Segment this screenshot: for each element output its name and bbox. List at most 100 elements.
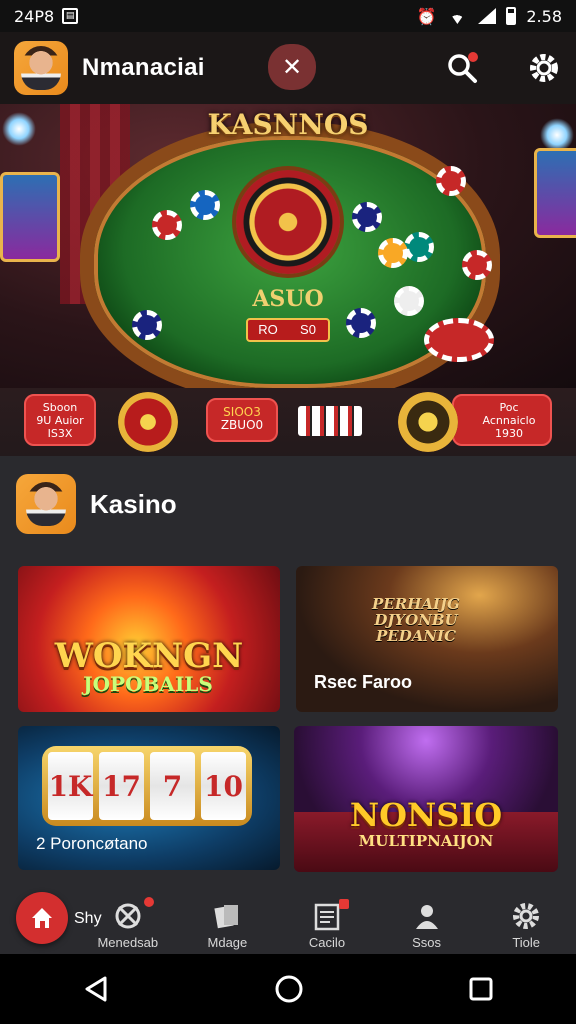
nav-item-cacilo[interactable]: Cacilo [277,899,377,950]
home-button[interactable] [16,892,68,944]
search-button[interactable] [444,50,480,86]
promo-tag-1[interactable]: Sboon 9U Auior IS3X [24,394,96,446]
game-tile-1-subtitle: JOPOBAILS [83,672,213,696]
chip-decoration [378,238,408,268]
nav-item-mdage[interactable]: Mdage [178,901,278,950]
table-text: ASUO [252,286,324,312]
status-time: 2.58 [526,6,562,26]
slot-reel: 1K [48,752,93,820]
profile-avatar[interactable] [14,41,68,95]
chip-decoration [152,210,182,240]
section-header: Kasino [16,474,177,534]
game-tile-4-title: NONSIO [349,796,503,834]
status-bar: 24P8 ▤ ⏰ 2.58 [0,0,576,32]
game-tile-2-headline-line: PERHAIJG [372,595,460,613]
table-pill-left: RO [258,322,278,337]
nav-item-ssos[interactable]: Ssos [377,901,477,950]
chip-decoration [424,318,494,362]
game-tile-3-caption: 2 Poroncøtano [36,834,148,853]
kasino-section: Kasino WOKNGN JOPOBAILS PERHAIJG DJYONBU… [0,456,576,896]
lamp-decoration [2,112,36,146]
game-tile-2[interactable]: PERHAIJG DJYONBU PEDANIC Rsec Faroo [296,566,558,712]
promo-tag-3-line: 1930 [495,427,523,440]
home-label: Shy [74,910,102,927]
avatar-face [26,482,66,526]
chip-decoration [190,190,220,220]
user-icon [412,901,442,931]
app-title: Nmanaciai [82,54,205,81]
close-button[interactable]: ✕ [268,44,316,90]
slot-machine-decoration [534,148,576,238]
recents-icon[interactable] [467,975,495,1003]
game-tile-4-subtitle: MULTIPNAIJON [358,832,494,850]
nav-label: Menedsab [97,935,159,950]
promo-tag-2-line: ZBUO0 [220,418,264,432]
status-left-text: 24P8 [14,6,55,26]
nav-label: Cacilo [308,935,346,950]
notification-icon: ▤ [62,8,79,24]
gear-icon [530,54,558,82]
app-root: 24P8 ▤ ⏰ 2.58 Nmanaciai ✕ KASNNOS ASUO R… [0,0,576,1024]
system-nav [0,954,576,1024]
section-avatar [16,474,76,534]
promo-tag-3-line: Acnnaiclo [482,414,536,427]
game-tile-1-title: WOKNGN [54,636,244,676]
game-tile-2-caption: Rsec Faroo [314,672,413,692]
game-tile-1[interactable]: WOKNGN JOPOBAILS [18,566,280,712]
slot-reel: 17 [99,752,144,820]
app-bar: Nmanaciai ✕ [0,32,576,104]
promo-strip: Sboon 9U Auior IS3X SIOO3 ZBUO0 Poc Acnn… [0,388,576,456]
game-tile-3[interactable]: 1K 17 7 10 2 Poroncøtano [18,726,280,870]
chip-decoration [394,286,424,316]
cards-icon[interactable] [298,406,362,436]
settings-button[interactable] [526,50,562,86]
notification-dot [143,897,154,907]
roulette-wheel [236,170,340,274]
ball-icon [113,901,143,931]
notification-dot [468,52,478,62]
chip-decoration [462,250,492,280]
document-icon [312,901,342,931]
game-tile-2-headline-line: DJYONBU [374,611,458,629]
chip-decoration [132,310,162,340]
cards-icon [212,901,242,931]
nav-label: Tiole [512,935,541,950]
slot-reel: 7 [150,752,195,820]
avatar-face [21,46,61,90]
jackpot-coin-icon[interactable] [398,392,458,452]
alarm-icon: ⏰ [416,6,437,26]
notification-dot [338,899,349,909]
section-title: Kasino [90,488,177,519]
promo-tag-2[interactable]: SIOO3 ZBUO0 [206,398,278,442]
chip-decoration [436,166,466,196]
chip-decoration [352,202,382,232]
chip-decoration [404,232,434,262]
home-circle-icon[interactable] [273,973,305,1005]
battery-icon [506,7,517,25]
chip-decoration [346,308,376,338]
nav-item-tiole[interactable]: Tiole [476,901,576,950]
slot-reels: 1K 17 7 10 [42,746,252,826]
promo-tag-3[interactable]: Poc Acnnaiclo 1930 [452,394,552,446]
signal-icon [478,8,497,24]
nav-label: Mdage [207,935,248,950]
promo-tag-1-line: 9U Auior [36,414,84,427]
game-tile-2-headline: PERHAIJG DJYONBU PEDANIC [356,596,476,644]
promo-tag-1-line: IS3X [47,427,73,440]
lamp-decoration [540,118,574,152]
gear-icon [511,901,541,931]
hero-banner[interactable]: KASNNOS ASUO RO S0 [0,104,576,388]
back-icon[interactable] [81,974,111,1004]
table-pill: RO S0 [246,318,330,342]
nav-label: Ssos [412,935,442,950]
promo-tag-3-line: Poc [499,401,519,414]
table-pill-right: S0 [300,322,316,337]
slot-reel: 10 [201,752,246,820]
slot-machine-decoration [0,172,60,262]
hero-sign: KASNNOS [207,108,369,141]
game-tile-4[interactable]: NONSIO MULTIPNAIJON [294,726,558,872]
promo-tag-1-line: Sboon [42,401,78,414]
close-icon: ✕ [281,53,303,81]
roulette-coin-icon[interactable] [118,392,178,452]
wifi-icon [446,8,469,24]
